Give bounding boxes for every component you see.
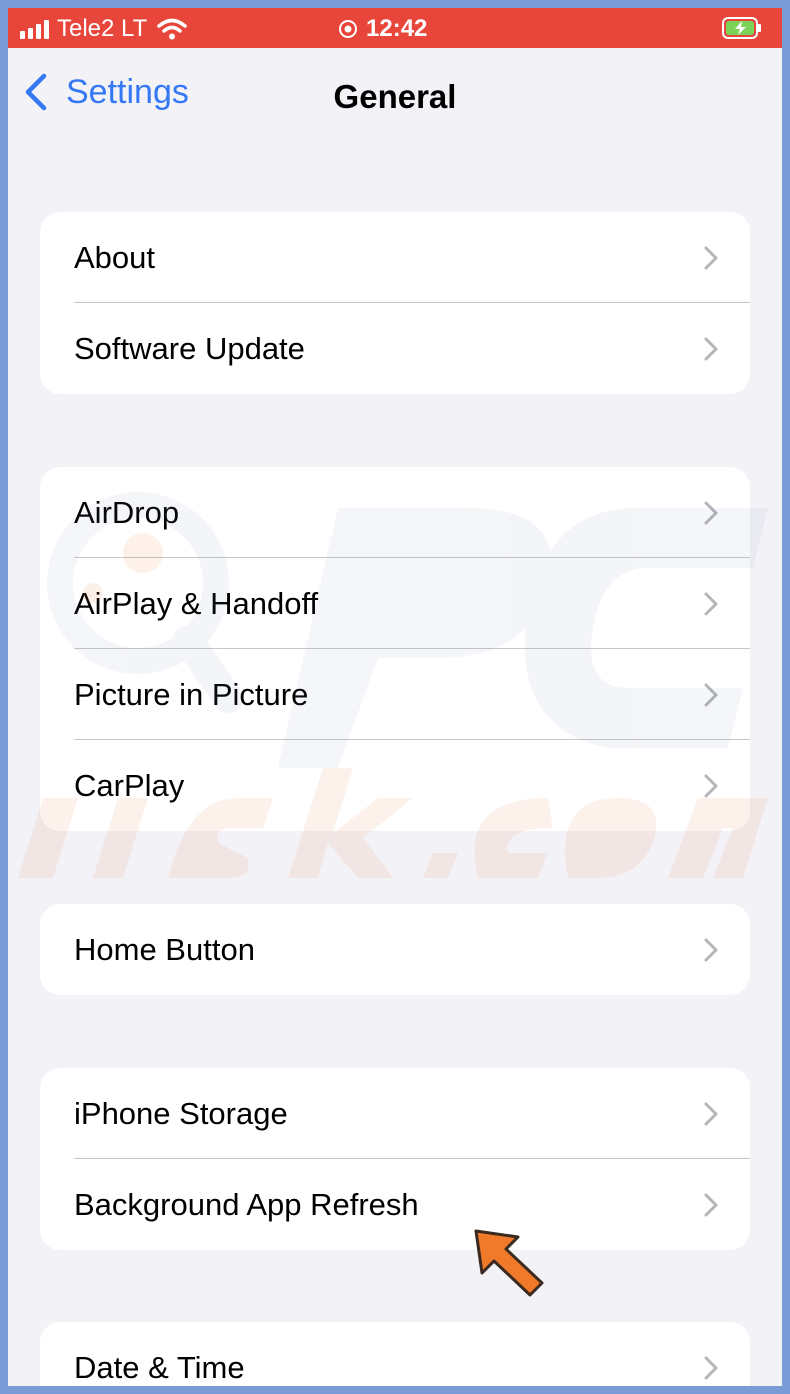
row-carplay[interactable]: CarPlay <box>40 740 750 831</box>
chevron-right-icon <box>704 337 718 361</box>
row-label: Home Button <box>74 931 255 967</box>
chevron-right-icon <box>704 592 718 616</box>
row-about[interactable]: About <box>40 212 750 303</box>
settings-group-home: Home Button <box>40 904 750 995</box>
row-iphone-storage[interactable]: iPhone Storage <box>40 1068 750 1159</box>
status-time: 12:42 <box>366 15 428 42</box>
row-label: Picture in Picture <box>74 676 309 712</box>
settings-group-datetime: Date & Time <box>40 1322 750 1386</box>
chevron-right-icon <box>704 1102 718 1126</box>
page-title: General <box>333 78 457 115</box>
orientation-lock-icon <box>339 20 357 38</box>
row-label: iPhone Storage <box>74 1095 288 1131</box>
pointer-arrow-icon <box>474 1229 544 1297</box>
chevron-right-icon <box>704 501 718 525</box>
row-picture-in-picture[interactable]: Picture in Picture <box>40 649 750 740</box>
row-date-time[interactable]: Date & Time <box>40 1322 750 1386</box>
battery-charging-icon <box>722 17 761 39</box>
settings-group-storage: iPhone Storage Background App Refresh <box>40 1068 750 1250</box>
row-label: Date & Time <box>74 1349 245 1385</box>
row-label: CarPlay <box>74 767 185 803</box>
row-home-button[interactable]: Home Button <box>40 904 750 995</box>
status-left: Tele2 LT <box>20 15 188 43</box>
chevron-right-icon <box>704 246 718 270</box>
settings-group-info: About Software Update <box>40 212 750 394</box>
chevron-right-icon <box>704 683 718 707</box>
chevron-right-icon <box>704 938 718 962</box>
row-label: Background App Refresh <box>74 1186 419 1222</box>
chevron-right-icon <box>704 1193 718 1217</box>
row-airdrop[interactable]: AirDrop <box>40 467 750 558</box>
row-label: AirPlay & Handoff <box>74 585 319 621</box>
row-label: About <box>74 239 156 275</box>
settings-screen: Tele2 LT 12:42 Settings General About So… <box>8 8 782 1386</box>
carrier-label: Tele2 LT <box>57 15 148 42</box>
row-software-update[interactable]: Software Update <box>40 303 750 394</box>
settings-group-connectivity: AirDrop AirPlay & Handoff Picture in Pic… <box>40 467 750 831</box>
row-airplay-handoff[interactable]: AirPlay & Handoff <box>40 558 750 649</box>
navigation-bar: Settings General <box>8 48 782 142</box>
signal-icon <box>20 19 49 39</box>
status-bar: Tele2 LT 12:42 <box>8 8 782 48</box>
chevron-right-icon <box>704 774 718 798</box>
row-background-app-refresh[interactable]: Background App Refresh <box>40 1159 750 1250</box>
status-center: 12:42 <box>338 15 427 43</box>
row-label: AirDrop <box>74 494 180 530</box>
row-label: Software Update <box>74 330 305 366</box>
chevron-right-icon <box>704 1356 718 1380</box>
wifi-icon <box>157 18 188 40</box>
